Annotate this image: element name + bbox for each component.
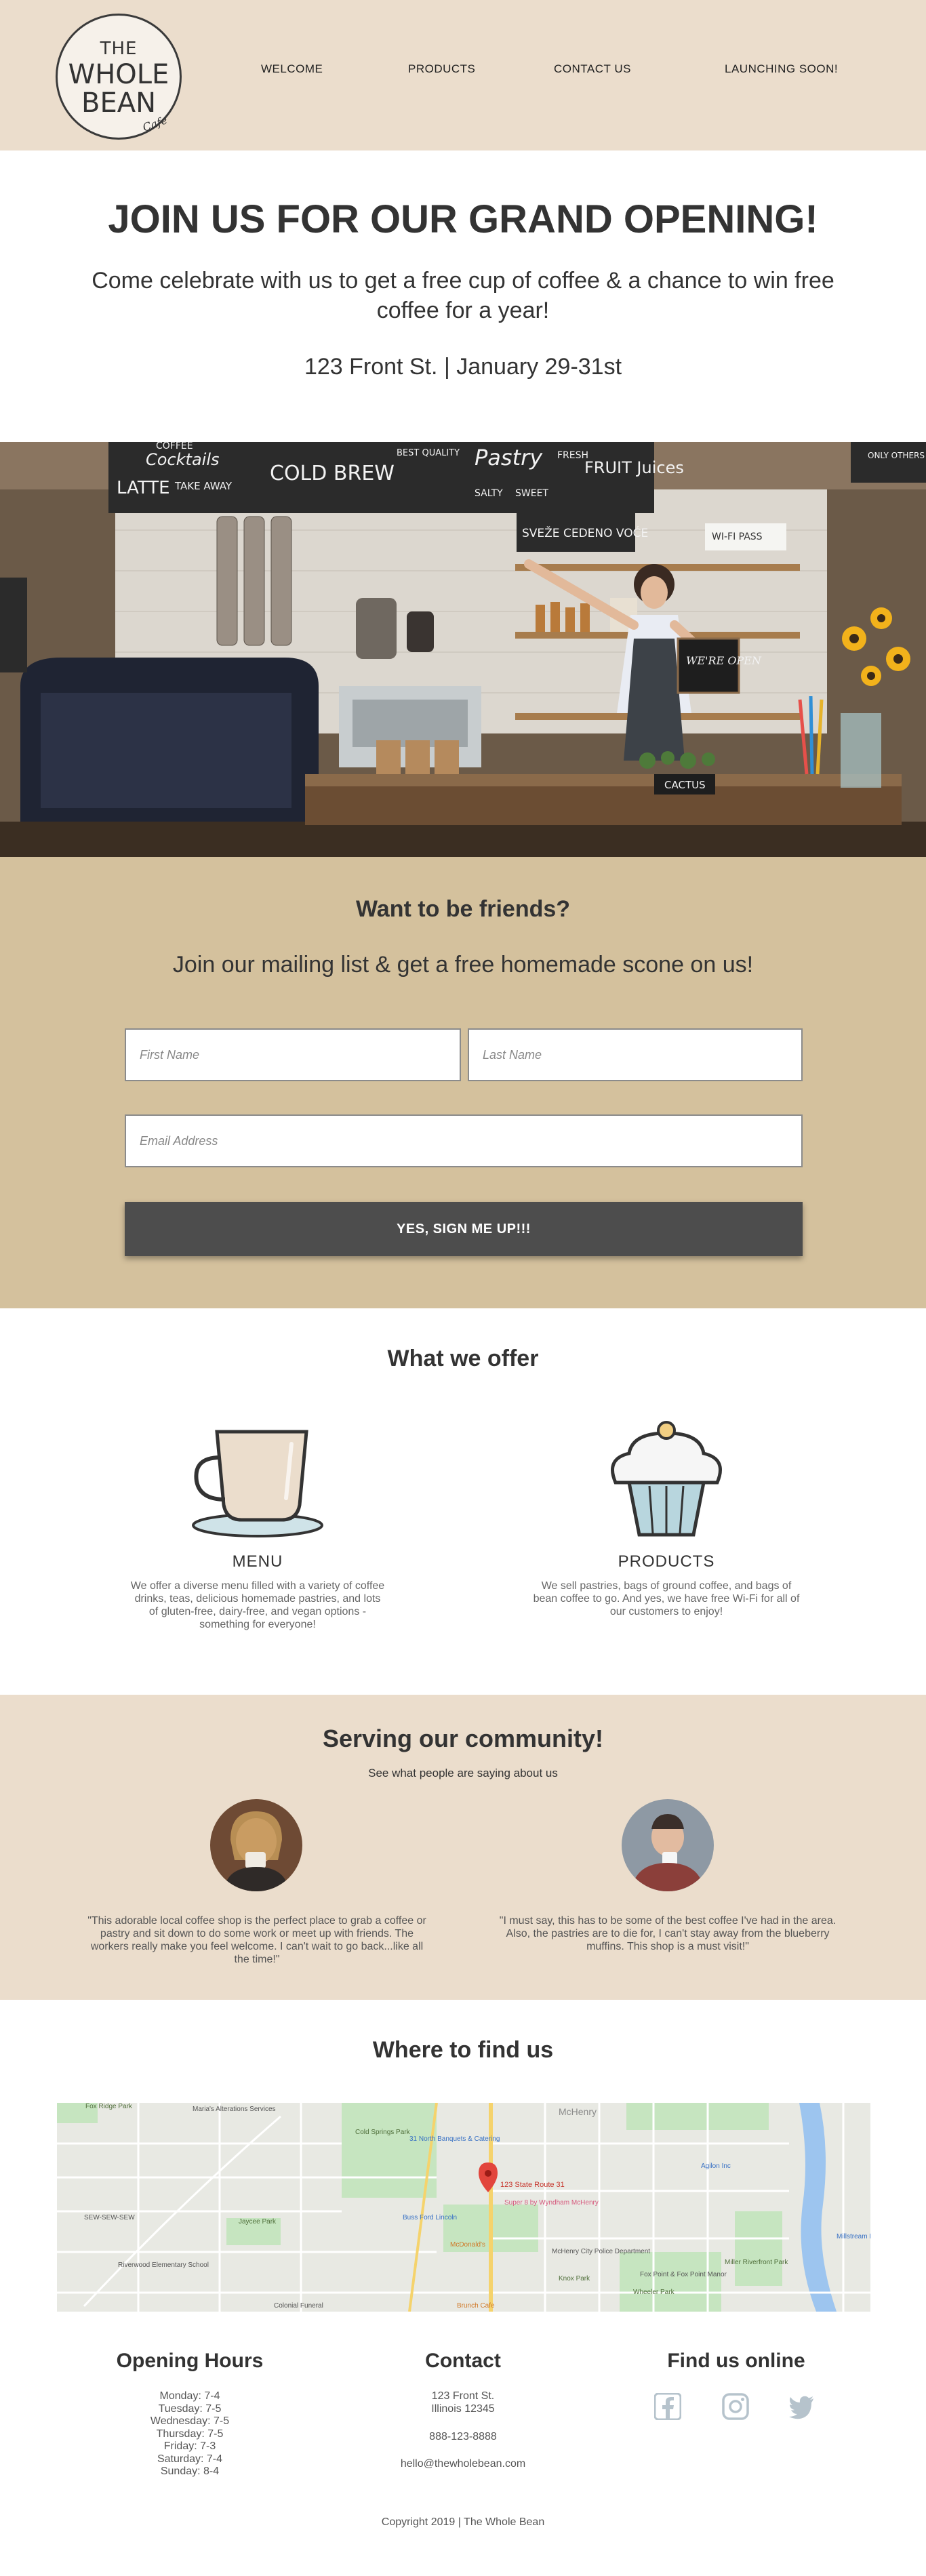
hours-line: Friday: 7-3 [163,2440,216,2452]
hero-address: 123 Front St. | January 29-31st [304,354,622,380]
address-line: Illinois 12345 [431,2403,495,2415]
cafe-photo: COFFEE Cocktails LATTE TAKE AWAY COLD BR… [0,442,926,857]
map-label: McHenry [559,2106,597,2117]
map-label: Fox Ridge Park [85,2103,133,2110]
nav-launching-soon[interactable]: LAUNCHING SOON! [725,62,838,76]
community-title: Serving our community! [322,1725,604,1752]
site-header: THE WHOLE BEAN Cafe WELCOME PRODUCTS CON… [0,0,926,150]
sign-only-others-roast: ONLY OTHERS ROAST [868,451,926,460]
avatar [210,1799,302,1891]
nav-contact-us[interactable]: CONTACT US [554,62,631,76]
signup-title: Want to be friends? [355,896,571,922]
logo-line-whole: WHOLE [68,59,169,90]
signup-section: Want to be friends? Join our mailing lis… [0,857,926,1308]
sign-salty: SALTY [475,488,503,499]
sign-wifi-pass: WI-FI PASS [712,531,763,542]
location-map[interactable]: 123 State Route 31 Fox Ridge Park Cold S… [57,2103,870,2312]
signup-subtitle: Join our mailing list & get a free homem… [172,952,754,978]
map-label: Colonial Funeral [274,2302,323,2310]
sign-cold-brew: COLD BREW [270,462,395,485]
map-pin-label: 123 State Route 31 [500,2181,565,2189]
map-label: 31 North Banquets & Catering [409,2135,500,2143]
map-label: Maria's Alterations Services [193,2106,276,2113]
offer-title: What we offer [387,1346,539,1371]
sign-take-away: TAKE AWAY [174,480,233,492]
map-label: Cold Springs Park [355,2129,411,2136]
map-label: Knox Park [559,2275,590,2282]
community-subtitle: See what people are saying about us [368,1767,558,1779]
sign-me-up-button[interactable]: YES, SIGN ME UP!!! [125,1202,803,1256]
logo[interactable]: THE WHOLE BEAN Cafe [56,14,182,140]
offer-menu-text: We offer a diverse menu filled with a va… [130,1580,385,1630]
facebook-icon[interactable] [654,2393,681,2420]
last-name-input[interactable] [468,1028,803,1081]
map-label: Wheeler Park [633,2289,675,2296]
hours-line: Saturday: 7-4 [157,2453,223,2465]
hero-subtitle: Come celebrate with us to get a free cup… [92,268,834,323]
hours-line: Sunday: 8-4 [160,2466,220,2477]
map-label: Brunch Cafe [457,2302,495,2310]
map-label: Agilon Inc [701,2162,731,2170]
map-label: Buss Ford Lincoln [403,2214,457,2221]
opening-hours-list: Monday: 7-4 Tuesday: 7-5 Wednesday: 7-5 … [122,2390,258,2478]
testimonial-quote: "I must say, this has to be some of the … [499,1915,837,1952]
map-label: McHenry City Police Department [552,2248,650,2255]
contact-title: Contact [425,2350,501,2372]
sign-were-open: WE'RE OPEN [686,654,762,667]
hero-title: JOIN US FOR OUR GRAND OPENING! [108,197,818,241]
map-label: Fox Point & Fox Point Manor [640,2271,727,2278]
hours-line: Monday: 7-4 [159,2390,220,2402]
nav-products[interactable]: PRODUCTS [408,62,475,76]
logo-line-the: THE [100,39,138,59]
sign-cactus: CACTUS [664,779,706,791]
sign-sweet: SWEET [515,488,548,499]
testimonial-quote: "This adorable local coffee shop is the … [87,1915,426,1965]
sign-pastry: Pastry [475,445,543,470]
sign-fruit-juices: FRUIT Juices [584,458,684,477]
hours-line: Wednesday: 7-5 [150,2415,230,2427]
nav-welcome[interactable]: WELCOME [261,62,323,76]
cupcake-icon [611,1421,722,1537]
offer-products-label: PRODUCTS [618,1552,715,1571]
map-label: Millstream Marina [837,2233,870,2240]
map-label: McDonald's [450,2241,485,2249]
map-label: Super 8 by Wyndham McHenry [504,2199,599,2207]
opening-hours-title: Opening Hours [116,2350,264,2372]
email-input[interactable] [125,1114,803,1167]
sign-cocktails: Cocktails [146,450,220,469]
offer-products-text: We sell pastries, bags of ground coffee,… [533,1580,800,1617]
find-us-title: Where to find us [372,2037,554,2063]
address-line: 123 Front St. [431,2390,495,2402]
hours-line: Tuesday: 7-5 [158,2402,222,2415]
coffee-cup-icon [192,1430,323,1537]
instagram-icon[interactable] [722,2393,749,2420]
phone-number[interactable]: 888-123-8888 [395,2431,531,2443]
map-label: Jaycee Park [239,2218,277,2226]
community-section: Serving our community! See what people a… [0,1695,926,2000]
avatar [622,1799,714,1891]
map-label: Riverwood Elementary School [118,2261,209,2269]
map-label: SEW-SEW-SEW [84,2214,135,2221]
first-name-input[interactable] [125,1028,461,1081]
map-label: Miller Riverfront Park [725,2259,788,2266]
find-us-online-title: Find us online [667,2350,805,2372]
twitter-icon[interactable] [788,2393,815,2420]
sign-latte: LATTE [117,478,170,498]
offer-menu-label: MENU [232,1552,283,1571]
email-link[interactable]: hello@thewholebean.com [361,2458,565,2470]
copyright: Copyright 2019 | The Whole Bean [381,2516,545,2528]
sign-best-quality: BEST QUALITY [397,448,460,458]
sign-svezhe: SVEŽE CEDENO VOĆE [522,525,648,540]
hours-line: Thursday: 7-5 [156,2428,224,2440]
